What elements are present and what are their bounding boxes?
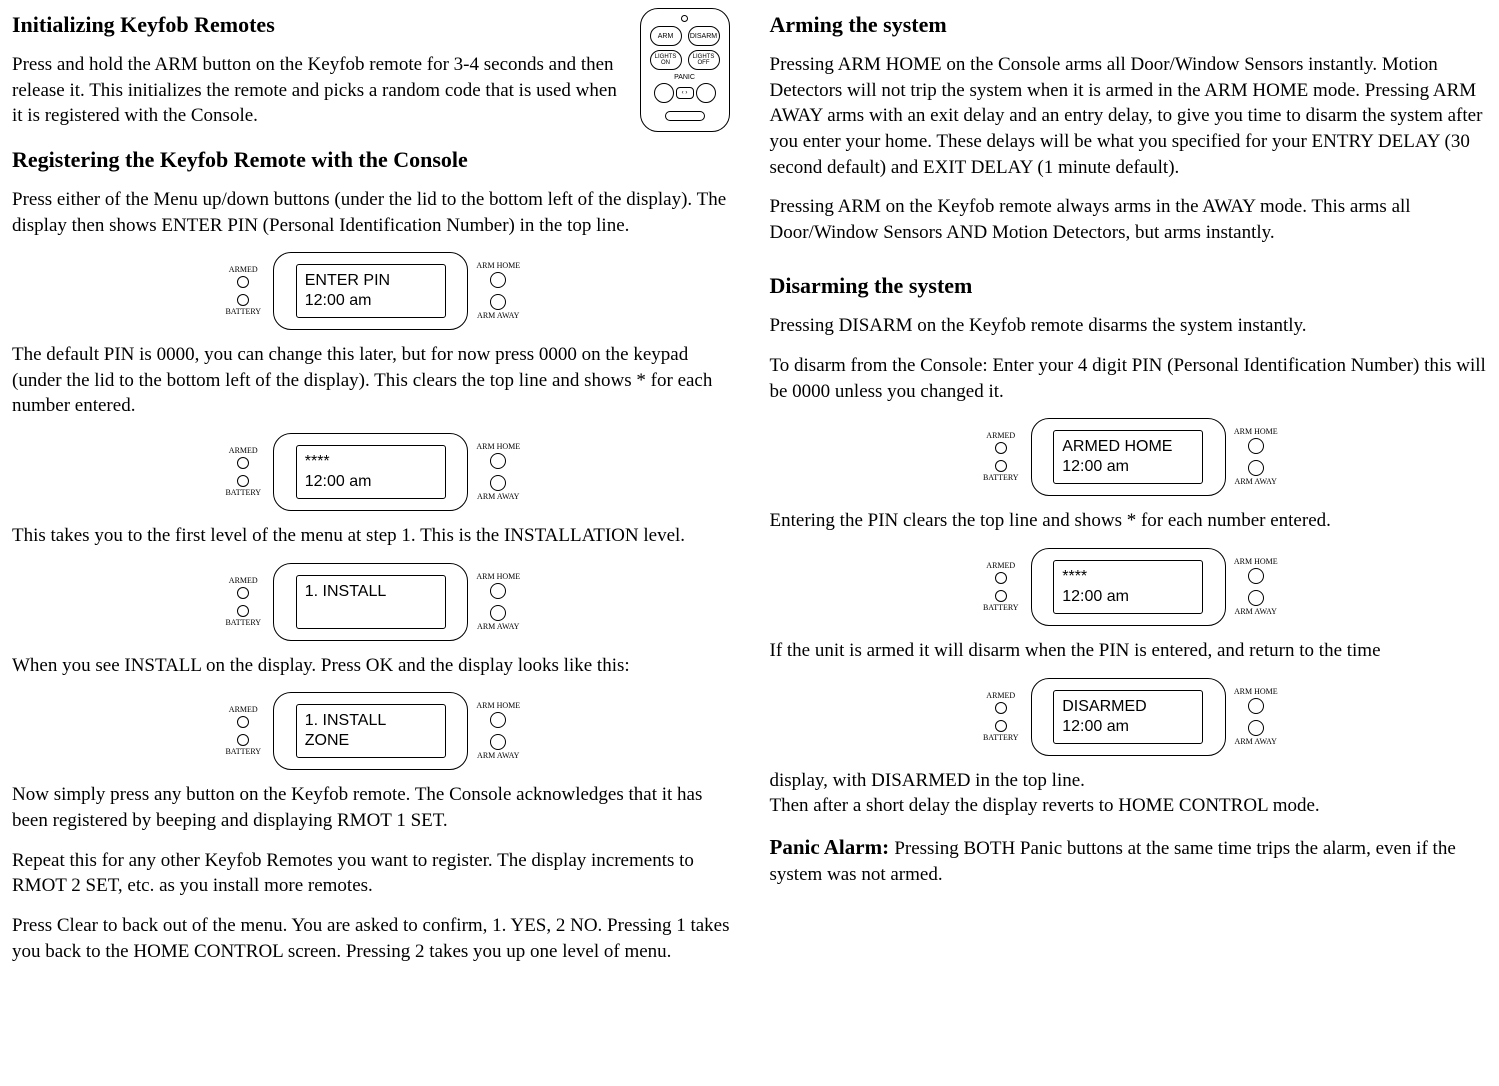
label-arm-away: ARM AWAY [477, 312, 519, 320]
remote-lights-off-button: LIGHTS OFF [688, 50, 720, 70]
para-register-2: The default PIN is 0000, you can change … [12, 342, 730, 419]
remote-disarm-button: DISARM [688, 26, 720, 46]
remote-panic-center-icon: ‹ › [676, 87, 694, 99]
para-register-4: When you see INSTALL on the display. Pre… [12, 653, 730, 679]
page: Initializing Keyfob Remotes Press and ho… [0, 0, 1499, 988]
para-arm-1: Pressing ARM HOME on the Console arms al… [770, 52, 1488, 180]
console-install-illustration: ARMED BATTERY 1. INSTALL ARM HOME ARM AW… [12, 563, 730, 641]
para-register-6: Repeat this for any other Keyfob Remotes… [12, 848, 730, 899]
para-disarm-2: To disarm from the Console: Enter your 4… [770, 353, 1488, 404]
para-register-3: This takes you to the first level of the… [12, 523, 730, 549]
armed-led-icon [237, 276, 249, 288]
para-register-7: Press Clear to back out of the menu. You… [12, 913, 730, 964]
para-disarm-6: Then after a short delay the display rev… [770, 793, 1488, 819]
para-disarm-1: Pressing DISARM on the Keyfob remote dis… [770, 313, 1488, 339]
para-panic: Panic Alarm: Pressing BOTH Panic buttons… [770, 833, 1488, 887]
battery-led-icon [237, 294, 249, 306]
screen-line-1: ENTER PIN [305, 271, 437, 291]
remote-led-icon [681, 15, 688, 22]
console-enter-pin-illustration: ARMED BATTERY ENTER PIN 12:00 am ARM HOM… [12, 252, 730, 330]
label-battery: BATTERY [225, 308, 261, 316]
console-body-icon: ENTER PIN 12:00 am [273, 252, 468, 330]
heading-arming: Arming the system [770, 12, 1488, 38]
heading-disarming: Disarming the system [770, 273, 1488, 299]
panic-alarm-label: Panic Alarm: [770, 835, 895, 859]
screen-line-2: 12:00 am [305, 291, 437, 311]
para-disarm-4: If the unit is armed it will disarm when… [770, 638, 1488, 664]
header-with-remote: Initializing Keyfob Remotes Press and ho… [12, 8, 730, 143]
para-disarm-3: Entering the PIN clears the top line and… [770, 508, 1488, 534]
keyfob-remote-icon: ARM DISARM LIGHTS ON LIGHTS OFF PANIC ‹ … [640, 8, 730, 132]
arm-home-button-icon [490, 272, 506, 288]
console-install-zone-illustration: ARMED BATTERY 1. INSTALL ZONE ARM HOME A… [12, 692, 730, 770]
arm-away-button-icon [490, 294, 506, 310]
para-arm-2: Pressing ARM on the Keyfob remote always… [770, 194, 1488, 245]
para-register-1: Press either of the Menu up/down buttons… [12, 187, 730, 238]
remote-panic-left-button [654, 83, 674, 103]
remote-lights-on-button: LIGHTS ON [650, 50, 682, 70]
label-arm-home: ARM HOME [476, 262, 520, 270]
label-armed: ARMED [229, 266, 258, 274]
remote-arm-button: ARM [650, 26, 682, 46]
right-column: Arming the system Pressing ARM HOME on t… [770, 8, 1488, 964]
console-screen: ENTER PIN 12:00 am [296, 264, 446, 318]
console-disarmed-illustration: ARMED BATTERY DISARMED 12:00 am ARM HOME… [770, 678, 1488, 756]
para-register-5: Now simply press any button on the Keyfo… [12, 782, 730, 833]
remote-panic-label: PANIC [674, 74, 695, 81]
heading-registering: Registering the Keyfob Remote with the C… [12, 147, 730, 173]
para-disarm-5: display, with DISARMED in the top line. [770, 768, 1488, 794]
para-init: Press and hold the ARM button on the Key… [12, 52, 628, 129]
remote-slot-icon [665, 111, 705, 121]
left-column: Initializing Keyfob Remotes Press and ho… [12, 8, 730, 964]
heading-initializing: Initializing Keyfob Remotes [12, 12, 628, 38]
console-armed-home-illustration: ARMED BATTERY ARMED HOME 12:00 am ARM HO… [770, 418, 1488, 496]
remote-panic-right-button [696, 83, 716, 103]
console-stars-illustration: ARMED BATTERY **** 12:00 am ARM HOME ARM… [12, 433, 730, 511]
console-stars-right-illustration: ARMED BATTERY **** 12:00 am ARM HOME ARM… [770, 548, 1488, 626]
